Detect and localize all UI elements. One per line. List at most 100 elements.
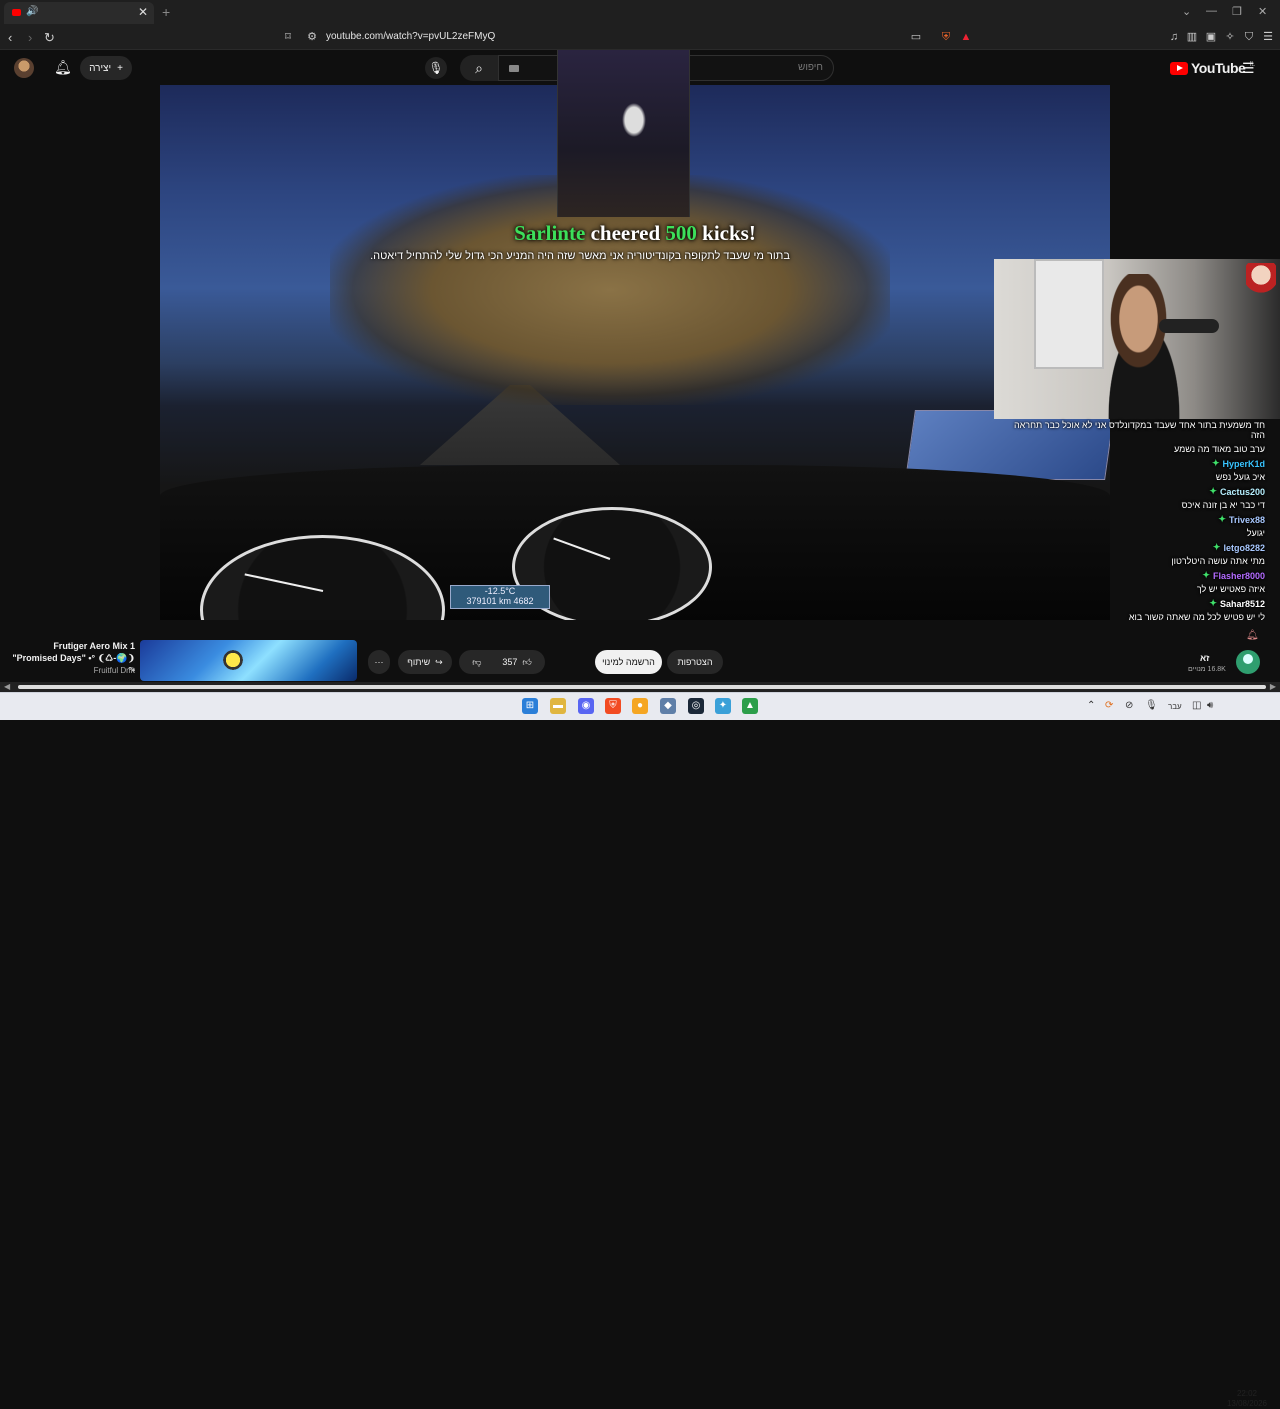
youtube-wordmark: YouTube [1191, 60, 1246, 76]
browser-tab[interactable]: 🔊 ✕ [4, 2, 154, 24]
chat-message-text: חד משמעית בתור אחד שעבד במקדונלדס אני לא… [1013, 420, 1265, 440]
tts-message: בתור מי שעבד לתקופה בקונדיטוריה אני מאשר… [370, 250, 790, 262]
chat-username: ✦ Trivex88 [1218, 514, 1265, 525]
create-button[interactable]: יצירה + [80, 56, 132, 80]
brave-rewards-icon[interactable]: ▲ [960, 31, 972, 43]
sidebar-icon[interactable]: ▥ [1186, 31, 1198, 43]
minimize-icon[interactable]: — [1206, 5, 1217, 17]
chat-username-text: Flasher8000 [1212, 570, 1265, 581]
chat-badge-icon: ✦ [1209, 486, 1217, 496]
steam-icon[interactable]: ◎ [688, 698, 704, 714]
vpn-icon[interactable]: ⛉ [1243, 31, 1255, 43]
stream-chat-overlay: חד משמעית בתור אחד שעבד במקדונלדס אני לא… [1000, 417, 1265, 626]
speaker-icon[interactable]: 🔊 [26, 6, 38, 17]
tachometer-needle [553, 537, 611, 560]
scroll-right-icon[interactable]: ▶ [1270, 682, 1276, 691]
chat-badge-icon: ✦ [1212, 542, 1221, 552]
chat-message-text: איכ גועל נפש [1215, 472, 1265, 482]
channel-bell-icon[interactable]: 🔔︎ [1246, 630, 1259, 641]
chat-username: ✦ HyperK1d [1212, 458, 1265, 469]
forward-icon[interactable]: › [28, 30, 32, 45]
scroll-left-icon[interactable]: ◀ [4, 682, 10, 691]
new-tab-button[interactable]: + [162, 4, 170, 20]
voice-search-icon[interactable]: 🎙︎ [425, 57, 447, 79]
back-icon[interactable]: ‹ [8, 30, 12, 45]
cheer-verb: cheered [590, 221, 661, 245]
discord-icon[interactable]: ◉ [578, 698, 594, 714]
plus-icon: + [117, 62, 123, 74]
speedometer-gauge [200, 535, 445, 620]
share-icon: ↪ [435, 656, 443, 667]
browser-menu-icon[interactable]: ☰ [1262, 31, 1274, 43]
streamer-webcam [994, 259, 1280, 419]
brave-icon[interactable]: ⛨ [605, 698, 621, 714]
app-icon-3[interactable]: ▲ [742, 698, 758, 714]
horizontal-scrollbar[interactable]: ◀ ▶ [0, 682, 1280, 692]
share-button[interactable]: שיתוף ↪ [398, 650, 452, 674]
now-playing-thumbnail[interactable] [140, 640, 357, 681]
now-playing-channel[interactable]: Fruitful Drift [8, 666, 135, 675]
channel-name[interactable]: זא [1200, 653, 1209, 663]
chat-message-text: ערב טוב מאוד מה נשמע [1173, 444, 1265, 454]
keyboard-icon[interactable] [509, 65, 519, 72]
reload-icon[interactable]: ↻ [44, 30, 55, 46]
share-label: שיתוף [407, 657, 431, 667]
tray-overflow-icon[interactable]: ⌃ [1087, 700, 1095, 711]
wallet-icon[interactable]: ▣ [1205, 31, 1217, 43]
obs-icon[interactable]: ● [632, 698, 648, 714]
join-label: הצטרפות [677, 657, 713, 667]
chat-message: ✦ Cactus200 די כבר יא בן זונה איכס [1000, 486, 1265, 510]
temperature-readout: -12.5°C [484, 586, 516, 596]
search-icon[interactable]: ⌕ [460, 55, 498, 81]
maximize-icon[interactable]: ❐ [1232, 5, 1242, 18]
app-icon[interactable]: ◆ [660, 698, 676, 714]
file-explorer-icon[interactable]: ▬ [550, 698, 566, 714]
bookmark-icon[interactable]: ⌑ [282, 31, 294, 43]
like-icon[interactable]: 👍︎ [522, 657, 531, 668]
windows-taskbar: ⊞ ▬ ◉ ⛨ ● ◆ ◎ ✦ ▲ ⌃ ⟳ ⊘ 🎙︎ עבר ◫ 🔊︎ 22:0… [0, 692, 1280, 1408]
scrollbar-thumb[interactable] [18, 685, 1266, 689]
start-icon[interactable]: ⊞ [522, 698, 538, 714]
tab-list-icon[interactable]: ⌄ [1182, 5, 1191, 18]
chat-message: ✦ Flasher8000 איזה פאטיש יש לך [1000, 570, 1265, 594]
more-actions-button[interactable]: ··· [368, 650, 390, 674]
app-icon-2[interactable]: ✦ [715, 698, 731, 714]
chat-username-text: HyperK1d [1222, 458, 1265, 469]
car-dashboard [160, 465, 1110, 620]
chat-message: ✦ Sahar8512 לי יש פטיש לכל מה שאתה קשור בו… [1000, 598, 1265, 622]
chat-badge-icon: ✦ [1211, 458, 1220, 468]
chat-message-text: מתי אתה עושה היטלרטון [1171, 556, 1265, 566]
like-dislike-group: 👎︎ 357 👍︎ [459, 650, 545, 674]
guide-menu-icon[interactable]: ☰ [1242, 60, 1255, 77]
close-tab-icon[interactable]: ✕ [138, 5, 148, 19]
subscriber-count: 16.8K מנויים [1188, 666, 1226, 673]
language-indicator[interactable]: עבר [1168, 702, 1182, 711]
cast-icon[interactable]: ▭ [910, 31, 922, 43]
channel-avatar[interactable] [1236, 650, 1260, 674]
close-window-icon[interactable]: ✕ [1258, 5, 1267, 18]
chat-badge-icon: ✦ [1218, 514, 1226, 524]
mic-tray-icon[interactable]: 🎙︎ [1145, 700, 1158, 711]
chat-message: ערב טוב מאוד מה נשמע [1000, 444, 1265, 454]
address-bar-url[interactable]: youtube.com/watch?v=pvUL2zeFMyQ [326, 31, 495, 42]
subscribe-button[interactable]: הרשמה למינוי [595, 650, 662, 674]
chat-message: ✦ Trivex88 יגועל [1000, 514, 1265, 538]
join-button[interactable]: הצטרפות [667, 650, 723, 674]
more-icon: ··· [374, 657, 384, 667]
chat-username-text: letgo8282 [1223, 542, 1265, 553]
tray-app-icon[interactable]: ⟳ [1105, 700, 1113, 711]
odometer-readout: -12.5°C 379101 km 4682 [450, 585, 550, 609]
chat-username-text: Cactus200 [1219, 486, 1265, 497]
notifications-icon[interactable]: 🔔︎ [54, 59, 72, 76]
brave-shield-icon[interactable]: ⛨ [940, 31, 952, 43]
user-avatar[interactable] [14, 58, 34, 78]
tray-app-icon-2[interactable]: ⊘ [1125, 700, 1133, 711]
dislike-icon[interactable]: 👎︎ [472, 657, 481, 668]
media-icon[interactable]: ♫ [1168, 31, 1180, 43]
system-clock[interactable]: 22:02 13/08/2026 [1222, 1389, 1272, 1409]
site-info-icon[interactable]: ⚙ [306, 31, 318, 43]
like-count[interactable]: 357 [502, 657, 517, 667]
volume-icon[interactable]: 🔊︎ [1207, 700, 1213, 711]
leo-ai-icon[interactable]: ✧ [1224, 31, 1236, 43]
network-icon[interactable]: ◫ [1192, 700, 1201, 711]
